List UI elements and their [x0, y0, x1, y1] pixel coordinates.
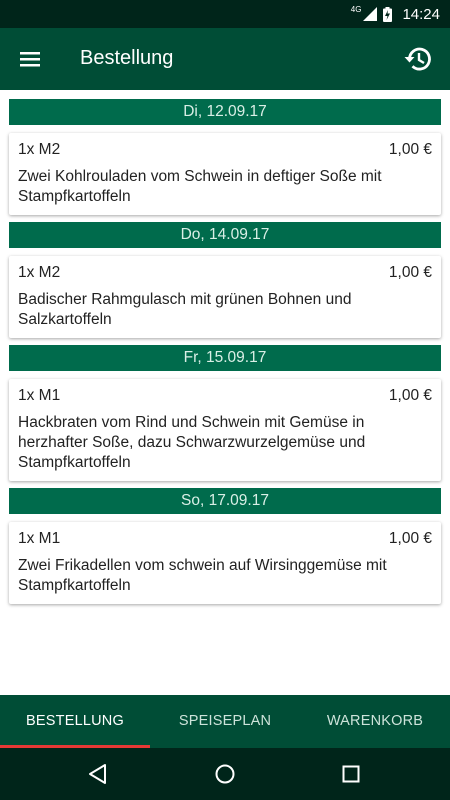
bottom-tab-bar: BESTELLUNG SPEISEPLAN WARENKORB	[0, 695, 450, 748]
hamburger-menu-icon[interactable]	[14, 43, 46, 75]
history-icon[interactable]	[400, 41, 436, 77]
order-quantity-item: 1x M2	[18, 141, 61, 158]
order-quantity-item: 1x M1	[18, 530, 61, 547]
order-description: Zwei Frikadellen vom schwein auf Wirsing…	[18, 557, 387, 594]
date-header: So, 17.09.17	[9, 488, 441, 514]
order-card[interactable]: 1x M2 1,00 € Badischer Rahmgulasch mit g…	[9, 256, 441, 338]
tab-label: WARENKORB	[326, 713, 424, 729]
system-navigation-bar	[0, 748, 450, 800]
order-card[interactable]: 1x M1 1,00 € Hackbraten vom Rind und Sch…	[9, 379, 441, 481]
date-header: Di, 12.09.17	[9, 99, 441, 125]
status-bar: 4G 14:24	[0, 0, 450, 28]
tab-bestellung[interactable]: BESTELLUNG	[0, 695, 150, 748]
order-description: Badischer Rahmgulasch mit grünen Bohnen …	[18, 291, 352, 328]
order-card[interactable]: 1x M2 1,00 € Zwei Kohlrouladen vom Schwe…	[9, 133, 441, 215]
order-price: 1,00 €	[388, 264, 432, 281]
order-day: Di, 12.09.17 1x M2 1,00 € Zwei Kohlroula…	[9, 99, 441, 215]
tab-warenkorb[interactable]: WARENKORB	[300, 695, 450, 748]
date-header: Do, 14.09.17	[9, 222, 441, 248]
order-day: So, 17.09.17 1x M1 1,00 € Zwei Frikadell…	[9, 488, 441, 604]
order-quantity-item: 1x M1	[18, 387, 61, 404]
order-description: Zwei Kohlrouladen vom Schwein in deftige…	[18, 168, 382, 205]
app-bar: Bestellung	[0, 28, 450, 90]
tab-label: SPEISEPLAN	[178, 713, 272, 729]
page-title: Bestellung	[80, 47, 174, 69]
tab-label: BESTELLUNG	[26, 713, 124, 729]
order-day: Do, 14.09.17 1x M2 1,00 € Badischer Rahm…	[9, 222, 441, 338]
battery-charging-icon	[383, 6, 393, 22]
order-price: 1,00 €	[388, 387, 432, 404]
order-description: Hackbraten vom Rind und Schwein mit Gemü…	[18, 414, 366, 471]
order-card[interactable]: 1x M1 1,00 € Zwei Frikadellen vom schwei…	[9, 522, 441, 604]
network-type: 4G	[350, 4, 362, 14]
order-quantity-item: 1x M2	[18, 264, 61, 281]
recents-square-icon[interactable]	[339, 762, 363, 786]
back-triangle-icon[interactable]	[86, 762, 110, 786]
signal-icon	[363, 7, 378, 21]
home-circle-icon[interactable]	[213, 762, 237, 786]
order-price: 1,00 €	[388, 530, 432, 547]
tab-speiseplan[interactable]: SPEISEPLAN	[150, 695, 300, 748]
status-time: 14:24	[402, 5, 440, 23]
order-day: Fr, 15.09.17 1x M1 1,00 € Hackbraten vom…	[9, 345, 441, 481]
status-icons: 4G 14:24	[351, 0, 440, 28]
date-header: Fr, 15.09.17	[9, 345, 441, 371]
order-list: Di, 12.09.17 1x M2 1,00 € Zwei Kohlroula…	[0, 90, 450, 695]
order-price: 1,00 €	[388, 141, 432, 158]
